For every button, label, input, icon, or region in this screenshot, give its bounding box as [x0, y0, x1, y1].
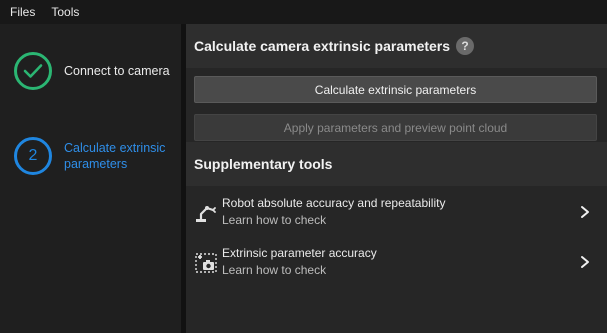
- supplementary-section-header: Supplementary tools: [186, 142, 607, 186]
- tool-extrinsic-accuracy[interactable]: Extrinsic parameter accuracy Learn how t…: [186, 240, 607, 284]
- calculate-section-header: Calculate camera extrinsic parameters ?: [186, 24, 607, 68]
- help-icon[interactable]: ?: [456, 37, 475, 55]
- main-panel: Calculate camera extrinsic parameters ? …: [186, 24, 607, 333]
- step-label: Connect to camera: [64, 64, 170, 78]
- menubar: Files Tools: [0, 0, 607, 24]
- chevron-right-icon[interactable]: [579, 205, 591, 219]
- tool-learn-link[interactable]: Learn how to check: [222, 211, 445, 229]
- tool-learn-link[interactable]: Learn how to check: [222, 261, 377, 279]
- camera-target-icon: [195, 253, 217, 273]
- robot-arm-icon: [196, 206, 216, 222]
- section-title: Supplementary tools: [194, 156, 333, 172]
- tool-title: Extrinsic parameter accuracy: [222, 246, 377, 260]
- calculate-extrinsic-button[interactable]: Calculate extrinsic parameters: [194, 76, 597, 103]
- tool-title: Robot absolute accuracy and repeatabilit…: [222, 196, 446, 210]
- check-icon: [14, 52, 52, 90]
- step-number: 2: [28, 147, 38, 164]
- apply-parameters-button[interactable]: Apply parameters and preview point cloud: [194, 114, 597, 141]
- tool-robot-accuracy[interactable]: Robot absolute accuracy and repeatabilit…: [186, 190, 607, 234]
- chevron-right-icon[interactable]: [579, 255, 591, 269]
- tool-text: Robot absolute accuracy and repeatabilit…: [222, 195, 445, 229]
- steps-sidebar: Connect to camera 2 Calculate extrinsic …: [0, 24, 182, 333]
- section-title: Calculate camera extrinsic parameters: [194, 38, 451, 54]
- tool-text: Extrinsic parameter accuracy Learn how t…: [222, 245, 377, 279]
- step-connect-camera[interactable]: Connect to camera: [14, 52, 170, 90]
- step-calculate-extrinsic[interactable]: 2 Calculate extrinsic parameters: [14, 137, 174, 175]
- menu-tools[interactable]: Tools: [45, 0, 85, 24]
- step-number-badge: 2: [14, 137, 52, 175]
- step-label: Calculate extrinsic parameters: [64, 141, 166, 171]
- menu-files[interactable]: Files: [4, 0, 41, 24]
